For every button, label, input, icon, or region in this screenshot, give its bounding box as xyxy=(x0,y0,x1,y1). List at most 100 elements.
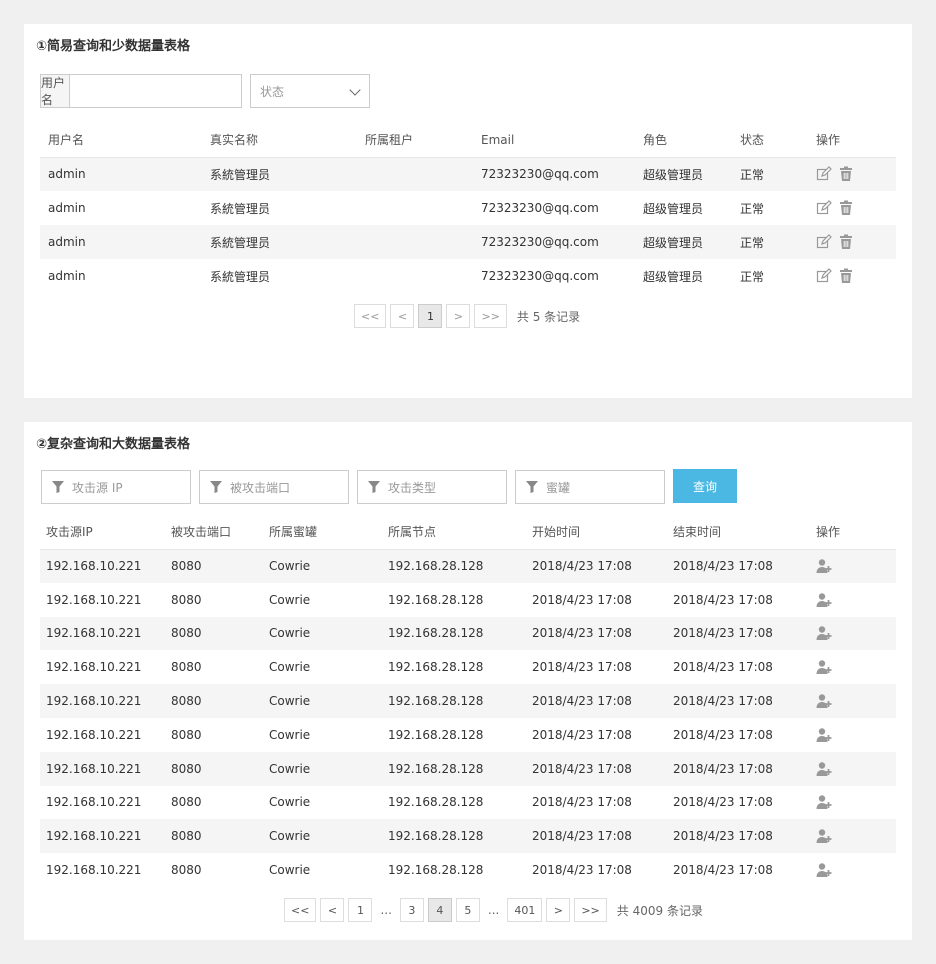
table-cell: 192.168.10.221 xyxy=(40,616,165,651)
table-cell xyxy=(357,259,473,293)
table-row: 192.168.10.221 8080 Cowrie 192.168.28.128 20… xyxy=(40,853,896,887)
table-cell: 192.168.28.128 xyxy=(388,863,484,878)
complex-query-panel: ②复杂查询和大数据量表格 攻击源 IP 被攻击端口 攻击类型 蜜罐 查询 攻击源… xyxy=(24,422,912,940)
column-header: 所属租户 xyxy=(357,123,473,158)
user-table: 用户名 真实名称 所属租户 Email 角色 状态 操作 admin 系統管理员 7232323… xyxy=(40,123,896,293)
trash-icon[interactable] xyxy=(838,200,854,216)
add-user-icon[interactable] xyxy=(816,862,832,878)
add-user-icon[interactable] xyxy=(816,828,832,844)
table-cell: 2018/4/23 17:08 xyxy=(667,684,810,718)
prev-page-button[interactable]: < xyxy=(390,304,415,328)
panel-title: ②复杂查询和大数据量表格 xyxy=(36,437,191,452)
table-header-row: 攻击源IP 被攻击端口 所属蜜罐 所属节点 开始时间 结束时间 操作 xyxy=(40,515,896,550)
page-button[interactable]: 5 xyxy=(455,898,480,922)
table-cell: 192.168.10.221 xyxy=(46,592,142,607)
table-cell: 8080 xyxy=(171,795,202,810)
last-page-button[interactable]: >> xyxy=(574,898,607,922)
table-cell: 2018/4/23 17:08 xyxy=(532,795,632,810)
filter-honeypot[interactable]: 蜜罐 xyxy=(515,470,665,504)
table-cell: 2018/4/23 17:08 xyxy=(526,549,667,583)
table-row: 192.168.10.221 8080 Cowrie 192.168.28.128 20… xyxy=(40,751,896,786)
table-cell: Cowrie xyxy=(269,863,311,878)
table-row: 192.168.10.221 8080 Cowrie 192.168.28.128 20… xyxy=(40,684,896,718)
table-cell: 192.168.10.221 xyxy=(46,727,142,742)
filter-placeholder: 被攻击端口 xyxy=(230,480,291,495)
table-cell: 系統管理员 xyxy=(210,201,271,216)
table-row: 192.168.10.221 8080 Cowrie 192.168.28.128 20… xyxy=(40,650,896,684)
table-cell: 8080 xyxy=(171,592,202,607)
page-button[interactable]: 4 xyxy=(427,898,452,922)
table-cell: Cowrie xyxy=(269,727,311,742)
table-cell: 192.168.28.128 xyxy=(388,795,484,810)
table-cell: 192.168.28.128 xyxy=(382,549,526,583)
table-row: admin 系統管理员 72323230@qq.com 超级管理员 正常 xyxy=(40,157,896,191)
first-page-button[interactable]: << xyxy=(284,898,317,922)
row-actions xyxy=(810,786,896,820)
table-cell: 2018/4/23 17:08 xyxy=(667,549,810,583)
table-cell xyxy=(357,191,473,225)
table-row: admin 系統管理员 72323230@qq.com 超级管理员 正常 xyxy=(40,191,896,225)
table-cell: 72323230@qq.com xyxy=(481,269,599,283)
next-page-button[interactable]: > xyxy=(446,304,471,328)
page-button[interactable]: 3 xyxy=(399,898,424,922)
filter-attack-ip[interactable]: 攻击源 IP xyxy=(41,470,191,504)
row-actions xyxy=(808,157,896,191)
add-user-icon[interactable] xyxy=(816,592,832,608)
username-input[interactable] xyxy=(70,75,241,107)
add-user-icon[interactable] xyxy=(816,625,832,641)
page-button[interactable]: 1 xyxy=(348,898,373,922)
edit-icon[interactable] xyxy=(816,200,832,216)
status-select-value: 状态 xyxy=(260,84,285,99)
table-cell: 2018/4/23 17:08 xyxy=(532,592,632,607)
table-cell: 192.168.28.128 xyxy=(388,592,484,607)
first-page-button[interactable]: << xyxy=(354,304,387,328)
query-button[interactable]: 查询 xyxy=(673,469,737,503)
column-header: 真实名称 xyxy=(202,123,357,158)
table-row: 192.168.10.221 8080 Cowrie 192.168.28.128 20… xyxy=(40,583,896,617)
edit-icon[interactable] xyxy=(816,234,832,250)
row-actions xyxy=(810,583,896,617)
next-page-button[interactable]: > xyxy=(546,898,571,922)
filter-attacked-port[interactable]: 被攻击端口 xyxy=(199,470,349,504)
filter-attack-type[interactable]: 攻击类型 xyxy=(357,470,507,504)
add-user-icon[interactable] xyxy=(816,794,832,810)
row-actions xyxy=(808,259,896,293)
page-list: 1... 3 4 5... 401 xyxy=(348,898,543,922)
table-cell: 192.168.28.128 xyxy=(382,616,526,651)
table-cell: Cowrie xyxy=(263,751,382,786)
prev-page-button[interactable]: < xyxy=(320,898,345,922)
trash-icon[interactable] xyxy=(838,234,854,250)
column-header: 所属节点 xyxy=(382,515,526,550)
column-header: 状态 xyxy=(732,123,808,158)
status-select[interactable]: 状态 xyxy=(250,74,370,108)
table-cell: Cowrie xyxy=(263,819,382,854)
column-header: 操作 xyxy=(808,123,896,158)
table-cell: 超级管理员 xyxy=(643,201,704,216)
table-row: 192.168.10.221 8080 Cowrie 192.168.28.128 20… xyxy=(40,786,896,820)
table-cell: Cowrie xyxy=(269,660,311,675)
add-user-icon[interactable] xyxy=(816,761,832,777)
edit-icon[interactable] xyxy=(816,268,832,284)
add-user-icon[interactable] xyxy=(816,558,832,574)
trash-icon[interactable] xyxy=(838,166,854,182)
table-cell: 8080 xyxy=(165,751,263,786)
add-user-icon[interactable] xyxy=(816,727,832,743)
table-row: 192.168.10.221 8080 Cowrie 192.168.28.128 20… xyxy=(40,819,896,854)
add-user-icon[interactable] xyxy=(816,693,832,709)
add-user-icon[interactable] xyxy=(816,659,832,675)
table-cell: Cowrie xyxy=(263,616,382,651)
edit-icon[interactable] xyxy=(816,166,832,182)
table-cell: 192.168.10.221 xyxy=(40,549,165,583)
table-cell: 2018/4/23 17:08 xyxy=(526,616,667,651)
table-header-row: 用户名 真实名称 所属租户 Email 角色 状态 操作 xyxy=(40,123,896,158)
funnel-icon xyxy=(52,481,64,493)
table-cell: 8080 xyxy=(165,549,263,583)
last-page-button[interactable]: >> xyxy=(474,304,507,328)
table-cell: 192.168.28.128 xyxy=(382,819,526,854)
table-cell: 8080 xyxy=(171,660,202,675)
trash-icon[interactable] xyxy=(838,268,854,284)
funnel-icon xyxy=(526,481,538,493)
table-cell: admin xyxy=(48,201,86,215)
page-button-current[interactable]: 1 xyxy=(418,304,443,328)
page-button[interactable]: 401 xyxy=(507,898,543,922)
